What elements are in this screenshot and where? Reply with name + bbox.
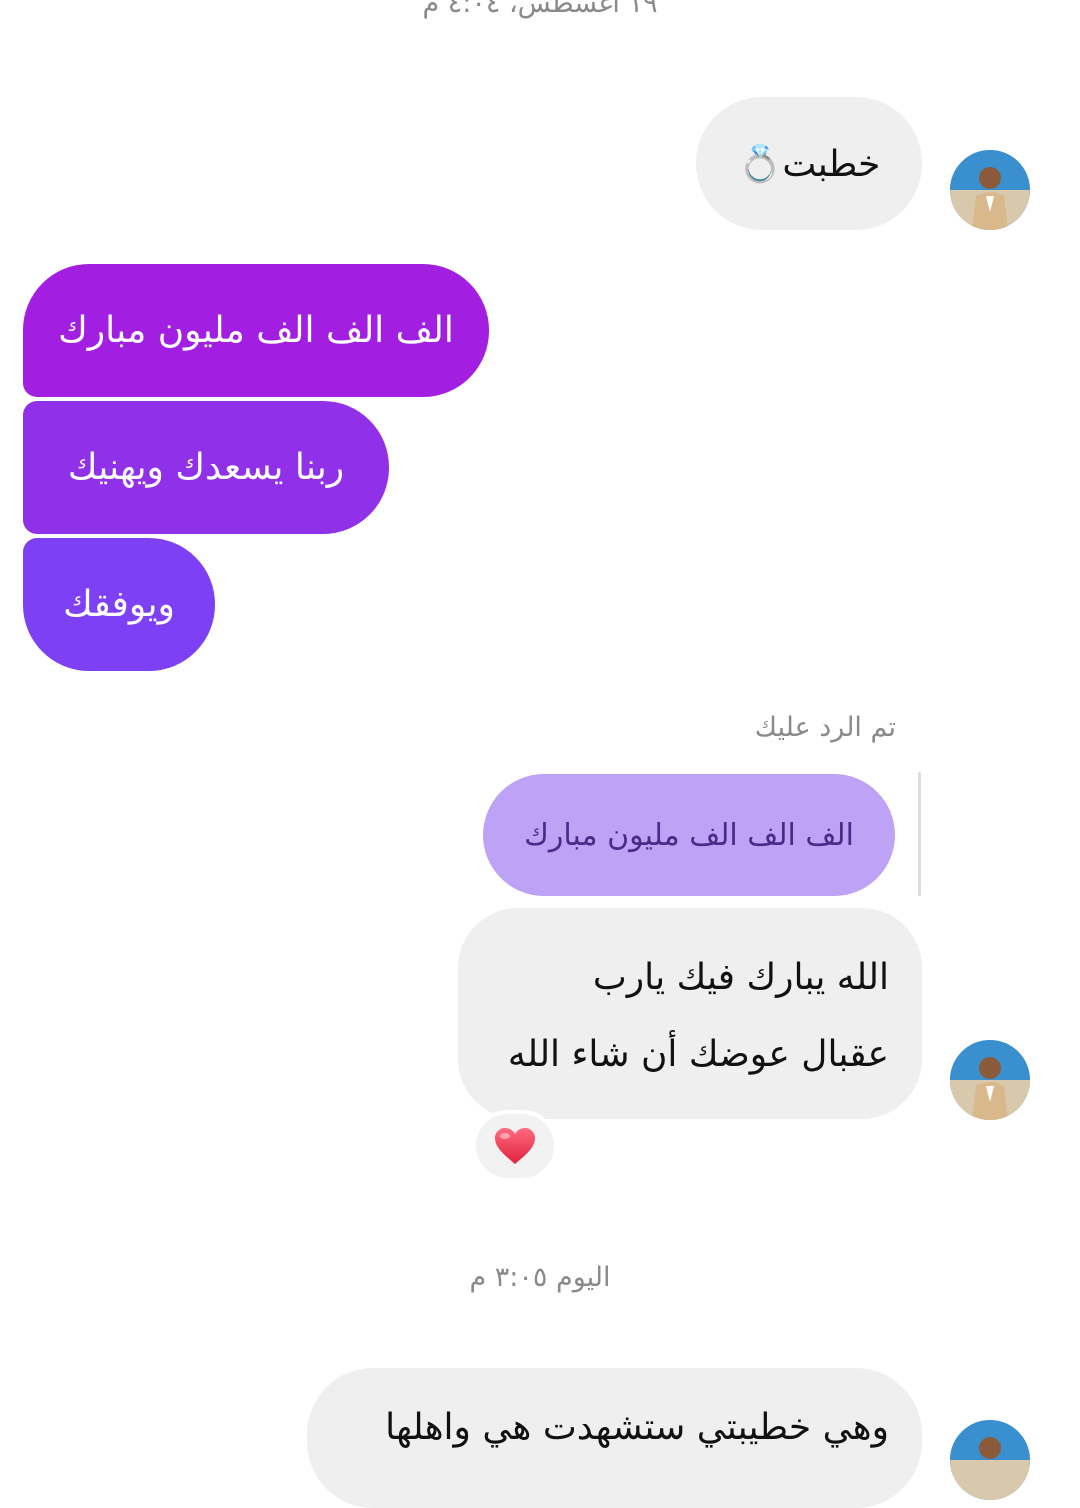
message-text: خطبت💍 <box>737 143 881 185</box>
reaction-badge[interactable] <box>472 1110 558 1182</box>
avatar-photo-icon <box>950 1420 1030 1500</box>
message-text: ويوفقك <box>63 584 175 625</box>
avatar-photo-icon <box>950 150 1030 230</box>
message-text: وهي خطيبتي ستشهدت هي واهلها <box>385 1407 889 1448</box>
quoted-message-bubble[interactable]: الف الف الف مليون مبارك <box>483 774 895 896</box>
red-heart-icon <box>495 1128 535 1164</box>
avatar[interactable] <box>950 1040 1030 1120</box>
message-text-line: عقبال عوضك أن شاء الله <box>507 1034 889 1075</box>
timestamp-today: اليوم ٣:٠٥ م <box>469 1262 611 1293</box>
incoming-message-bubble[interactable]: الله يبارك فيك يارب عقبال عوضك أن شاء ال… <box>458 908 922 1119</box>
message-text: الف الف الف مليون مبارك <box>58 310 454 351</box>
avatar[interactable] <box>950 1420 1030 1500</box>
outgoing-message-bubble[interactable]: ربنا يسعدك ويهنيك <box>23 401 389 534</box>
avatar[interactable] <box>950 150 1030 230</box>
quoted-message-text: الف الف الف مليون مبارك <box>524 817 854 853</box>
incoming-message-bubble[interactable]: خطبت💍 <box>696 97 922 230</box>
reply-label: تم الرد عليك <box>754 712 896 743</box>
incoming-message-bubble[interactable]: وهي خطيبتي ستشهدت هي واهلها <box>307 1368 922 1508</box>
outgoing-message-bubble[interactable]: ويوفقك <box>23 538 215 671</box>
avatar-photo-icon <box>950 1040 1030 1120</box>
message-text-line: الله يبارك فيك يارب <box>592 957 889 998</box>
timestamp-top: ١٩ اغسطس، ٤:٠٤ م <box>422 0 658 19</box>
reply-indicator-bar <box>918 772 921 896</box>
message-text: ربنا يسعدك ويهنيك <box>67 447 345 488</box>
outgoing-message-bubble[interactable]: الف الف الف مليون مبارك <box>23 264 489 397</box>
